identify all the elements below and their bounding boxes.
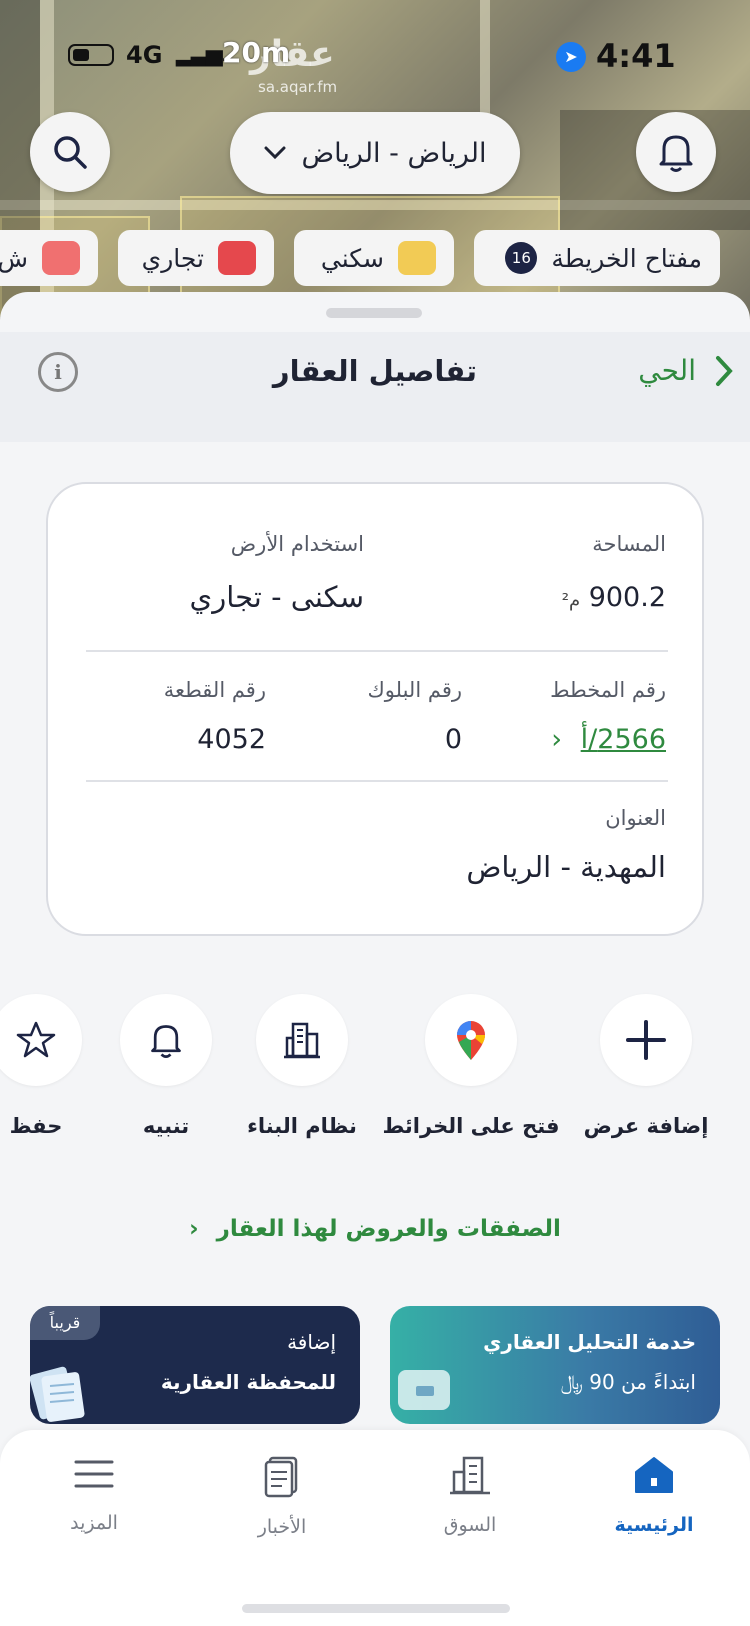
sheet-header: الحي تفاصيل العقار i [0,332,750,442]
location-arrow-icon: ➤ [556,42,586,72]
open-in-maps-label: فتح على الخرائط [382,1114,560,1138]
portfolio-line2: للمحفظة العقارية [160,1370,336,1394]
portfolio-line1: إضافة [287,1330,336,1354]
chevron-down-icon [264,146,286,160]
bottom-tab-bar: الرئيسية السوق الأخبار المزيد [0,1430,750,1626]
battery-icon [68,44,114,66]
divider [86,650,668,652]
parcel-number-value: 4052 [197,724,266,755]
card-illustration-icon [398,1370,450,1410]
chevron-left-icon: ‹ [189,1216,199,1242]
notifications-button[interactable] [636,112,716,192]
map-key-label: مفتاح الخريطة [551,243,702,273]
tab-market[interactable]: السوق [400,1454,540,1536]
plus-icon [600,994,692,1086]
residential-swatch [398,241,436,275]
add-offer-label: إضافة عرض [583,1114,709,1138]
area-unit: م² [561,590,581,611]
plan-number-link[interactable]: 2566/أ ‹ [551,724,666,755]
documents-illustration-icon [30,1366,85,1422]
action-buttons: إضافة عرض فتح على الخرائط نظام البناء تن… [0,994,750,1154]
home-icon [635,1457,673,1493]
recording-indicator: 20m [222,36,291,69]
tab-more-label: المزيد [70,1512,118,1534]
partial-swatch [42,241,80,275]
deals-and-offers-label: الصفقات والعروض لهذا العقار [216,1216,561,1242]
market-building-icon [450,1456,490,1495]
block-number-value: 0 [444,724,462,755]
coming-soon-badge: قريباً [30,1306,100,1340]
save-button[interactable]: حفظ [0,994,126,1138]
network-type: 4G [126,41,163,69]
page-title: تفاصيل العقار [272,354,478,388]
analysis-price: ابتداءً من 90 ﷼ [560,1370,696,1394]
deals-and-offers-link[interactable]: الصفقات والعروض لهذا العقار ‹ [0,1216,750,1242]
open-in-maps-button[interactable]: فتح على الخرائط [381,994,561,1138]
search-icon [54,136,87,169]
legend-chip-residential[interactable]: سكني [294,230,454,286]
block-number-label: رقم البلوك [367,678,462,702]
map-legend: مفتاح الخريطة 16 سكني تجاري ش [0,230,750,286]
bell-icon [120,994,212,1086]
tab-home-label: الرئيسية [614,1514,694,1536]
legend-label-partial: ش [0,243,28,273]
analysis-title: خدمة التحليل العقاري [483,1330,696,1354]
legend-label-residential: سكني [320,243,384,273]
map-key-chip[interactable]: مفتاح الخريطة 16 [474,230,720,286]
area-label: المساحة [592,532,666,556]
property-details-card: المساحة 900.2 م² استخدام الأرض سكنى - تج… [46,482,704,936]
tab-home[interactable]: الرئيسية [584,1454,724,1536]
chevron-left-icon: ‹ [551,724,563,755]
tab-market-label: السوق [443,1514,497,1536]
status-bar: 4G ▂▃▅. 20m ➤ 4:41 [0,36,750,76]
bell-icon [659,135,693,172]
news-icon [264,1456,298,1498]
clock: 4:41 [596,37,676,75]
land-use-value: سكنى - تجاري [189,580,364,614]
area-value: 900.2 م² [562,582,666,613]
building-icon [256,994,348,1086]
menu-icon [74,1460,114,1488]
plan-number-label: رقم المخطط [550,678,666,702]
legend-label-commercial: تجاري [141,243,204,273]
commercial-swatch [218,241,256,275]
area-number: 900.2 [588,582,666,613]
home-indicator [242,1604,510,1613]
analysis-service-banner[interactable]: خدمة التحليل العقاري ابتداءً من 90 ﷼ [390,1306,720,1424]
divider [86,780,668,782]
tab-news[interactable]: الأخبار [212,1454,352,1538]
tab-news-label: الأخبار [257,1516,307,1538]
property-sheet: الحي تفاصيل العقار i المساحة 900.2 م² اس… [0,292,750,1626]
map-key-count-badge: 16 [505,242,538,274]
city-selector-label: الرياض - الرياض [301,137,487,169]
tab-more[interactable]: المزيد [24,1454,164,1534]
legend-chip-partial[interactable]: ش [0,230,98,286]
city-selector[interactable]: الرياض - الرياض [230,112,520,194]
map-pin-icon [425,994,517,1086]
land-use-label: استخدام الأرض [230,532,364,556]
save-label: حفظ [9,1114,63,1138]
add-offer-button[interactable]: إضافة عرض [556,994,736,1138]
sheet-drag-handle[interactable] [326,308,422,318]
search-button[interactable] [30,112,110,192]
signal-icon: ▂▃▅. [176,42,228,67]
portfolio-banner[interactable]: إضافة للمحفظة العقارية قريباً [30,1306,360,1424]
legend-chip-commercial[interactable]: تجاري [118,230,274,286]
info-icon[interactable]: i [38,352,78,392]
address-value: المهدية - الرياض [466,850,666,884]
plan-number-value: 2566/أ [580,724,666,755]
address-label: العنوان [605,806,666,830]
watermark-url: sa.aqar.fm [258,78,338,96]
parcel-number-label: رقم القطعة [163,678,266,702]
star-icon [0,994,82,1086]
